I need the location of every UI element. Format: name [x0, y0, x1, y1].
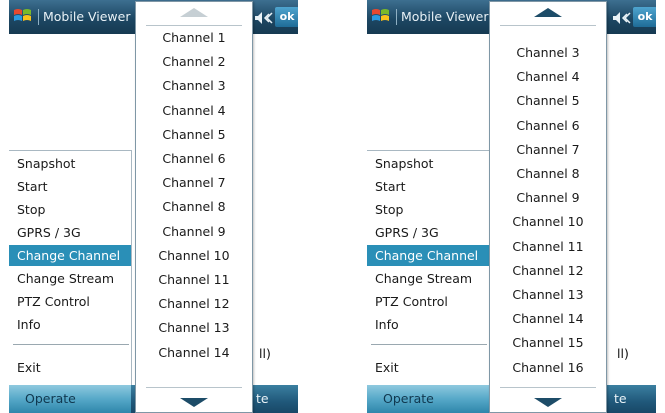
channel-item[interactable]: Channel 14: [136, 342, 252, 363]
channel-item[interactable]: Channel 11: [490, 236, 606, 257]
scroll-down-button[interactable]: [490, 390, 606, 412]
channel-item[interactable]: Channel 9: [490, 187, 606, 208]
channel-item[interactable]: Channel 16: [490, 357, 606, 378]
channel-item[interactable]: Channel 3: [490, 42, 606, 63]
channel-item[interactable]: Channel 5: [490, 90, 606, 111]
channel-item[interactable]: Channel 11: [136, 269, 252, 290]
channel-item[interactable]: Channel 13: [136, 317, 252, 338]
menu-item-snapshot[interactable]: Snapshot: [367, 153, 489, 174]
menu-item-gprs-3g[interactable]: GPRS / 3G: [367, 222, 489, 243]
windows-flag-icon[interactable]: [12, 5, 34, 27]
phone-screen-left: Mobile Viewer ok Snapshot Start Stop GPR…: [9, 0, 298, 413]
channel-item[interactable]: Channel 3: [136, 75, 252, 96]
channel-item[interactable]: Channel 15: [490, 332, 606, 353]
menu-item-ptz-control[interactable]: PTZ Control: [367, 291, 489, 312]
channel-dropdown: Channel 1 Channel 2 Channel 3 Channel 4 Chan…: [135, 1, 253, 413]
menu-item-exit[interactable]: Exit: [367, 357, 489, 378]
menu-item-change-stream[interactable]: Change Stream: [367, 268, 489, 289]
menu-item-change-channel[interactable]: Change Channel: [367, 245, 489, 266]
channel-item[interactable]: Channel 8: [136, 196, 252, 217]
menu-item-change-channel[interactable]: Change Channel: [9, 245, 131, 266]
background-text-fragment: ll): [617, 346, 629, 361]
channel-item[interactable]: Channel 6: [136, 148, 252, 169]
scroll-down-button[interactable]: [136, 390, 252, 412]
triangle-up-icon: [180, 8, 208, 17]
channel-item[interactable]: Channel 14: [490, 308, 606, 329]
scroll-up-button[interactable]: [136, 2, 252, 24]
channel-item[interactable]: Channel 10: [490, 211, 606, 232]
right-softkey[interactable]: te: [614, 385, 627, 413]
phone-screen-right: Mobile Viewer ok Snapshot Start Stop GPR…: [367, 0, 656, 413]
operate-softkey[interactable]: Operate: [9, 385, 131, 413]
menu-divider: [13, 344, 129, 345]
list-separator: [500, 387, 596, 388]
channel-item[interactable]: Channel 9: [136, 221, 252, 242]
channel-item[interactable]: Channel 7: [490, 139, 606, 160]
menu-divider: [371, 344, 487, 345]
menu-item-exit[interactable]: Exit: [9, 357, 131, 378]
channel-dropdown: Channel 3 Channel 4 Channel 5 Channel 6 Chan…: [489, 1, 607, 413]
channel-item[interactable]: Channel 8: [490, 163, 606, 184]
windows-flag-icon[interactable]: [370, 5, 392, 27]
scroll-up-button[interactable]: [490, 2, 606, 24]
channel-item[interactable]: Channel 5: [136, 124, 252, 145]
menu-item-stop[interactable]: Stop: [9, 199, 131, 220]
ok-button[interactable]: ok: [633, 7, 656, 27]
list-separator: [146, 387, 242, 388]
app-title: Mobile Viewer: [43, 9, 131, 24]
channel-item[interactable]: Channel 10: [136, 245, 252, 266]
triangle-up-icon: [534, 8, 562, 17]
title-separator: [396, 9, 397, 25]
app-title: Mobile Viewer: [401, 9, 489, 24]
speaker-icon[interactable]: [612, 10, 632, 24]
triangle-down-icon: [180, 398, 208, 407]
ok-button[interactable]: ok: [275, 7, 298, 27]
list-separator: [146, 25, 242, 26]
menu-item-ptz-control[interactable]: PTZ Control: [9, 291, 131, 312]
channel-item[interactable]: Channel 4: [136, 100, 252, 121]
channel-item[interactable]: Channel 2: [136, 51, 252, 72]
background-text-fragment: ll): [259, 346, 271, 361]
channel-item[interactable]: Channel 12: [490, 260, 606, 281]
menu-item-stop[interactable]: Stop: [367, 199, 489, 220]
operate-softkey[interactable]: Operate: [367, 385, 489, 413]
menu-item-start[interactable]: Start: [367, 176, 489, 197]
channel-item[interactable]: Channel 7: [136, 172, 252, 193]
menu-item-gprs-3g[interactable]: GPRS / 3G: [9, 222, 131, 243]
menu-item-start[interactable]: Start: [9, 176, 131, 197]
title-separator: [38, 9, 39, 25]
channel-item[interactable]: Channel 12: [136, 293, 252, 314]
menu-item-snapshot[interactable]: Snapshot: [9, 153, 131, 174]
speaker-icon[interactable]: [254, 10, 274, 24]
channel-item[interactable]: Channel 13: [490, 284, 606, 305]
operate-menu: Snapshot Start Stop GPRS / 3G Change Cha…: [367, 150, 490, 386]
channel-item[interactable]: Channel 4: [490, 66, 606, 87]
menu-item-info[interactable]: Info: [367, 314, 489, 335]
triangle-down-icon: [534, 398, 562, 407]
menu-item-change-stream[interactable]: Change Stream: [9, 268, 131, 289]
menu-item-info[interactable]: Info: [9, 314, 131, 335]
channel-item[interactable]: Channel 6: [490, 115, 606, 136]
operate-menu: Snapshot Start Stop GPRS / 3G Change Cha…: [9, 150, 132, 386]
right-softkey[interactable]: te: [256, 385, 269, 413]
list-separator: [500, 25, 596, 26]
channel-item[interactable]: Channel 1: [136, 27, 252, 48]
